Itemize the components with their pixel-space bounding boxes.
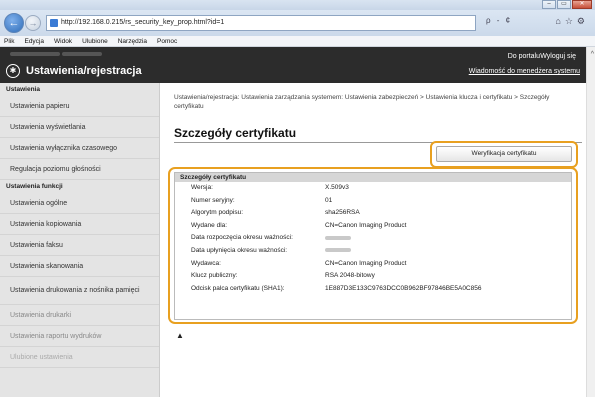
menu-file[interactable]: Plik	[4, 36, 14, 46]
page-title: Szczegóły certyfikatu	[174, 126, 297, 140]
home-icon[interactable]: ⌂	[555, 16, 564, 26]
certificate-row: Odcisk palca certyfikatu (SHA1): 1E887D3E…	[175, 283, 571, 296]
logout-link[interactable]: Wyloguj się	[540, 53, 576, 60]
certificate-row: Wydane dla: CN=Canon Imaging Product	[175, 220, 571, 233]
back-to-top-icon[interactable]: ▲	[176, 331, 184, 340]
menu-favorites[interactable]: Ulubione	[82, 36, 108, 46]
certificate-field-value	[325, 245, 351, 258]
sidebar-item-media-print[interactable]: Ustawienia drukowania z nośnika pamięci	[0, 277, 159, 305]
device-info-blurred	[10, 52, 102, 58]
back-arrow-icon[interactable]: ←	[4, 13, 24, 33]
sidebar-item-paper[interactable]: Ustawienia papieru	[0, 96, 159, 117]
sidebar-section-functions: Ustawienia funkcji	[6, 183, 63, 190]
sidebar-item-display[interactable]: Ustawienia wyświetlania	[0, 117, 159, 138]
sidebar-item-timer[interactable]: Ustawienia wyłącznika czasowego	[0, 138, 159, 159]
certificate-row: Wersja: X.509v3	[175, 182, 571, 195]
certificate-field-value: CN=Canon Imaging Product	[325, 259, 407, 267]
scroll-up-icon[interactable]: ^	[591, 51, 594, 58]
message-to-admin-link[interactable]: Wiadomość do menedżera systemu	[469, 68, 580, 75]
menu-view[interactable]: Widok	[54, 36, 72, 46]
redacted-date	[325, 248, 351, 253]
certificate-field-label: Data upłynięcia okresu ważności:	[191, 246, 288, 254]
sidebar-item-volume[interactable]: Regulacja poziomu głośności	[0, 159, 159, 180]
verify-certificate-button[interactable]: Weryfikacja certyfikatu	[436, 146, 572, 162]
browser-navbar: ← → http://192.168.0.215/rs_security_key…	[0, 10, 595, 36]
sidebar-item-scan[interactable]: Ustawienia skanowania	[0, 256, 159, 277]
window-controls: – ▭ ✕	[542, 0, 592, 9]
certificate-field-label: Wydane dla:	[191, 221, 228, 229]
breadcrumb: Ustawienia/rejestracja: Ustawienia zarzą…	[174, 94, 550, 110]
app-title: Ustawienia/rejestracja	[26, 65, 142, 77]
certificate-details-table: Szczegóły certyfikatu Wersja: X.509v3 Nume…	[174, 172, 572, 320]
certificate-field-label: Data rozpoczęcia okresu ważności:	[191, 234, 293, 242]
certificate-field-value: X.509v3	[325, 184, 349, 191]
certificate-field-value: RSA 2048-bitowy	[325, 272, 375, 280]
address-bar[interactable]: http://192.168.0.215/rs_security_key_pro…	[46, 15, 476, 31]
favorites-star-icon[interactable]: ☆	[565, 16, 577, 26]
forward-arrow-icon[interactable]: →	[25, 15, 41, 31]
sidebar-item-fax[interactable]: Ustawienia faksu	[0, 235, 159, 256]
certificate-row: Algorytm podpisu: sha256RSA	[175, 207, 571, 220]
browser-menubar: Plik Edycja Widok Ulubione Narzędzia Pom…	[0, 36, 595, 47]
browser-toolbar-icons: ⌂☆⚙	[555, 16, 589, 27]
certificate-field-value: 1E887D3E133C9763DCC0B962BF97846BE5A0C856	[325, 284, 482, 292]
main-content: Ustawienia/rejestracja: Ustawienia zarzą…	[162, 83, 584, 397]
certificate-row: Klucz publiczny: RSA 2048-bitowy	[175, 270, 571, 283]
address-tools[interactable]: ρ - ¢	[486, 16, 512, 25]
certificate-field-value: 01	[325, 196, 333, 204]
certificate-field-label: Wersja:	[191, 184, 213, 191]
menu-tools[interactable]: Narzędzia	[118, 36, 147, 46]
certificate-row: Wydawca: CN=Canon Imaging Product	[175, 258, 571, 271]
app-header: Do portalu Wyloguj się ✱ Ustawienia/reje…	[0, 47, 586, 83]
certificate-row: Data upłynięcia okresu ważności:	[175, 245, 571, 258]
settings-gear-icon[interactable]: ⚙	[577, 16, 589, 26]
portal-link[interactable]: Do portalu	[508, 53, 540, 60]
sidebar-item-copy[interactable]: Ustawienia kopiowania	[0, 214, 159, 235]
browser-titlebar: – ▭ ✕	[0, 0, 595, 10]
sidebar-item-general[interactable]: Ustawienia ogólne	[0, 193, 159, 214]
sidebar: Ustawienia Ustawienia papieru Ustawienia…	[0, 83, 160, 397]
certificate-table-header: Szczegóły certyfikatu	[175, 173, 571, 182]
certificate-field-label: Wydawca:	[191, 259, 221, 267]
address-url: http://192.168.0.215/rs_security_key_pro…	[61, 19, 225, 26]
sidebar-item-favorites[interactable]: Ulubione ustawienia	[0, 347, 159, 368]
page-scrollbar[interactable]	[586, 47, 595, 397]
sidebar-section-settings: Ustawienia	[6, 86, 40, 93]
menu-help[interactable]: Pomoc	[157, 36, 177, 46]
close-window-button[interactable]: ✕	[572, 0, 592, 9]
certificate-field-label: Algorytm podpisu:	[191, 209, 244, 217]
certificate-row: Data rozpoczęcia okresu ważności:	[175, 232, 571, 245]
certificate-field-label: Odcisk palca certyfikatu (SHA1):	[191, 284, 285, 292]
certificate-row: Numer seryjny: 01	[175, 195, 571, 208]
certificate-field-value	[325, 232, 351, 245]
certificate-field-label: Numer seryjny:	[191, 196, 235, 204]
maximize-button[interactable]: ▭	[557, 0, 571, 9]
redacted-date	[325, 235, 351, 240]
minimize-button[interactable]: –	[542, 0, 556, 9]
certificate-field-label: Klucz publiczny:	[191, 272, 238, 280]
menu-edit[interactable]: Edycja	[24, 36, 44, 46]
certificate-field-value: CN=Canon Imaging Product	[325, 221, 407, 229]
sidebar-item-report[interactable]: Ustawienia raportu wydruków	[0, 326, 159, 347]
certificate-field-value: sha256RSA	[325, 209, 360, 217]
settings-registration-icon: ✱	[6, 64, 20, 78]
page-icon	[50, 19, 58, 27]
sidebar-item-printer[interactable]: Ustawienia drukarki	[0, 305, 159, 326]
